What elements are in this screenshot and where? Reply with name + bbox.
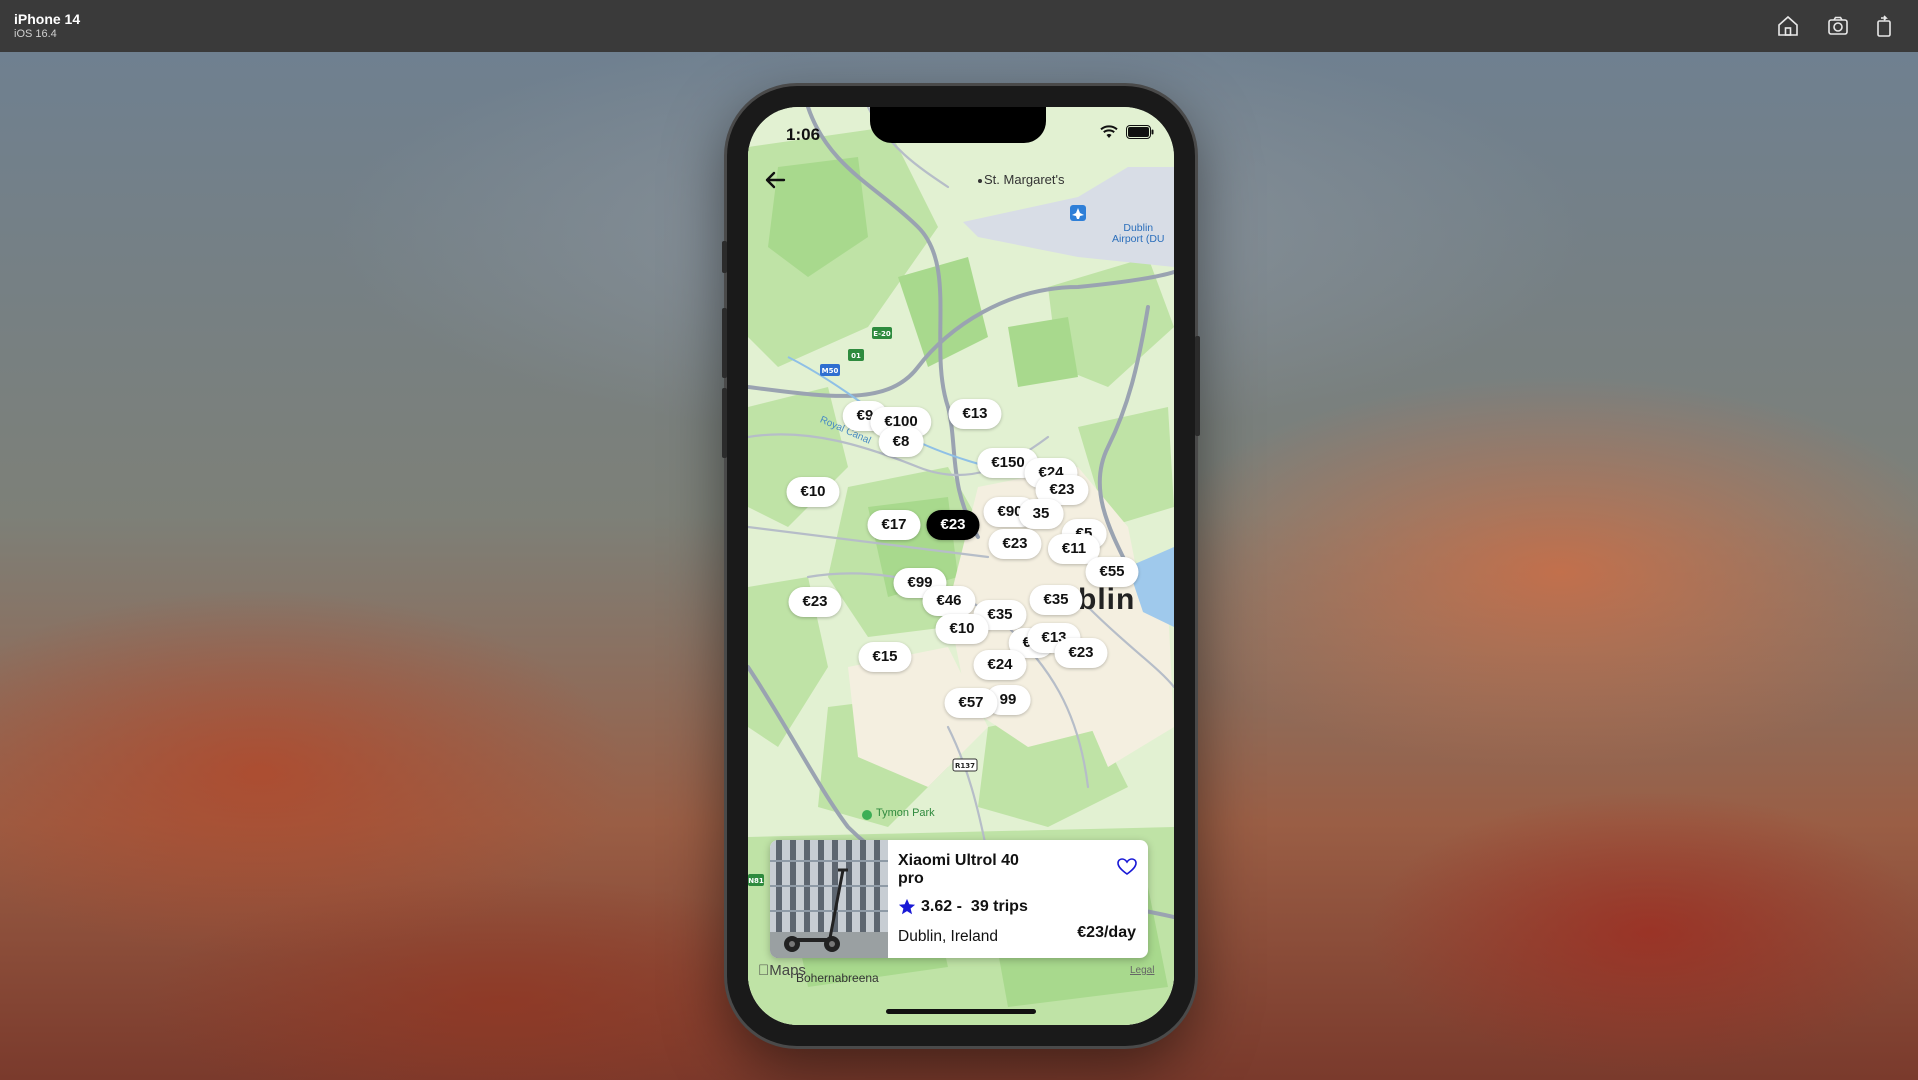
price-pin[interactable]: €24 <box>973 650 1027 680</box>
price-pin[interactable]: €46 <box>922 586 976 616</box>
scooter-photo <box>770 840 888 958</box>
arrow-left-icon <box>765 171 786 189</box>
device-name: iPhone 14 <box>14 11 81 27</box>
simulator-toolbar: iPhone 14 iOS 16.4 <box>0 0 1918 52</box>
wifi-icon <box>1100 125 1118 138</box>
place-airport: Dublin Airport (DU <box>1112 222 1165 245</box>
price-pin[interactable]: €8 <box>878 427 924 457</box>
mute-switch <box>722 241 727 273</box>
listing-price: €23/day <box>1077 924 1136 941</box>
road-shield-n81: N81 <box>748 877 764 885</box>
rating-value: 3.62 - <box>921 898 962 915</box>
rotate-icon[interactable] <box>1872 14 1896 38</box>
price-pin[interactable]: €23 <box>988 529 1042 559</box>
listing-rating: 3.62 - 39 trips <box>898 898 1028 916</box>
status-time: 1:06 <box>786 125 821 144</box>
place-st-margarets: St. Margaret's <box>984 172 1065 187</box>
screenshot-icon[interactable] <box>1826 14 1850 38</box>
legal-link[interactable]: Legal <box>1130 965 1154 976</box>
listing-title: Xiaomi Ultrol 40 pro <box>898 852 1019 887</box>
status-icons <box>1100 125 1154 139</box>
back-button[interactable] <box>760 165 790 195</box>
star-icon <box>898 898 916 915</box>
road-shield-m50: M50 <box>822 367 839 375</box>
iphone-frame: E-20 01 M50 R137 N81 M50 1:06 <box>722 86 1200 1046</box>
listing-card[interactable]: Xiaomi Ultrol 40 pro 3.62 - 39 trips Dub… <box>770 840 1148 958</box>
home-icon[interactable] <box>1776 14 1800 38</box>
heart-icon <box>1117 858 1137 875</box>
home-indicator[interactable] <box>886 1009 1036 1014</box>
phone-screen: E-20 01 M50 R137 N81 M50 1:06 <box>748 107 1174 1025</box>
price-pin[interactable]: €55 <box>1085 557 1139 587</box>
road-shield-01: 01 <box>851 352 861 360</box>
apple-maps-logo: Maps <box>758 962 806 979</box>
favorite-button[interactable] <box>1116 856 1138 878</box>
power-button <box>1195 336 1200 436</box>
price-pin[interactable]: €15 <box>858 642 912 672</box>
price-pin[interactable]: €57 <box>944 688 998 718</box>
os-version: iOS 16.4 <box>14 28 57 40</box>
price-pin[interactable]: €13 <box>948 399 1002 429</box>
battery-icon <box>1126 125 1154 139</box>
price-pin[interactable]: €35 <box>1029 585 1083 615</box>
volume-down-button <box>722 388 727 458</box>
trip-count: 39 trips <box>970 898 1028 915</box>
listing-location: Dublin, Ireland <box>898 928 998 945</box>
price-pin[interactable]: €23 <box>1054 638 1108 668</box>
price-pin[interactable]: €10 <box>786 477 840 507</box>
notch <box>870 107 1046 143</box>
price-pin-selected[interactable]: €23 <box>926 510 980 540</box>
place-tymon-park: Tymon Park <box>876 807 935 819</box>
price-pin[interactable]: €10 <box>935 614 989 644</box>
volume-up-button <box>722 308 727 378</box>
road-shield-r137: R137 <box>955 762 975 770</box>
price-pin[interactable]: 35 <box>1018 499 1064 529</box>
price-pin[interactable]: €23 <box>788 587 842 617</box>
price-pin[interactable]: €17 <box>867 510 921 540</box>
place-bohernabreena: Bohernabreena <box>796 971 879 985</box>
road-shield-e20: E-20 <box>873 330 891 338</box>
